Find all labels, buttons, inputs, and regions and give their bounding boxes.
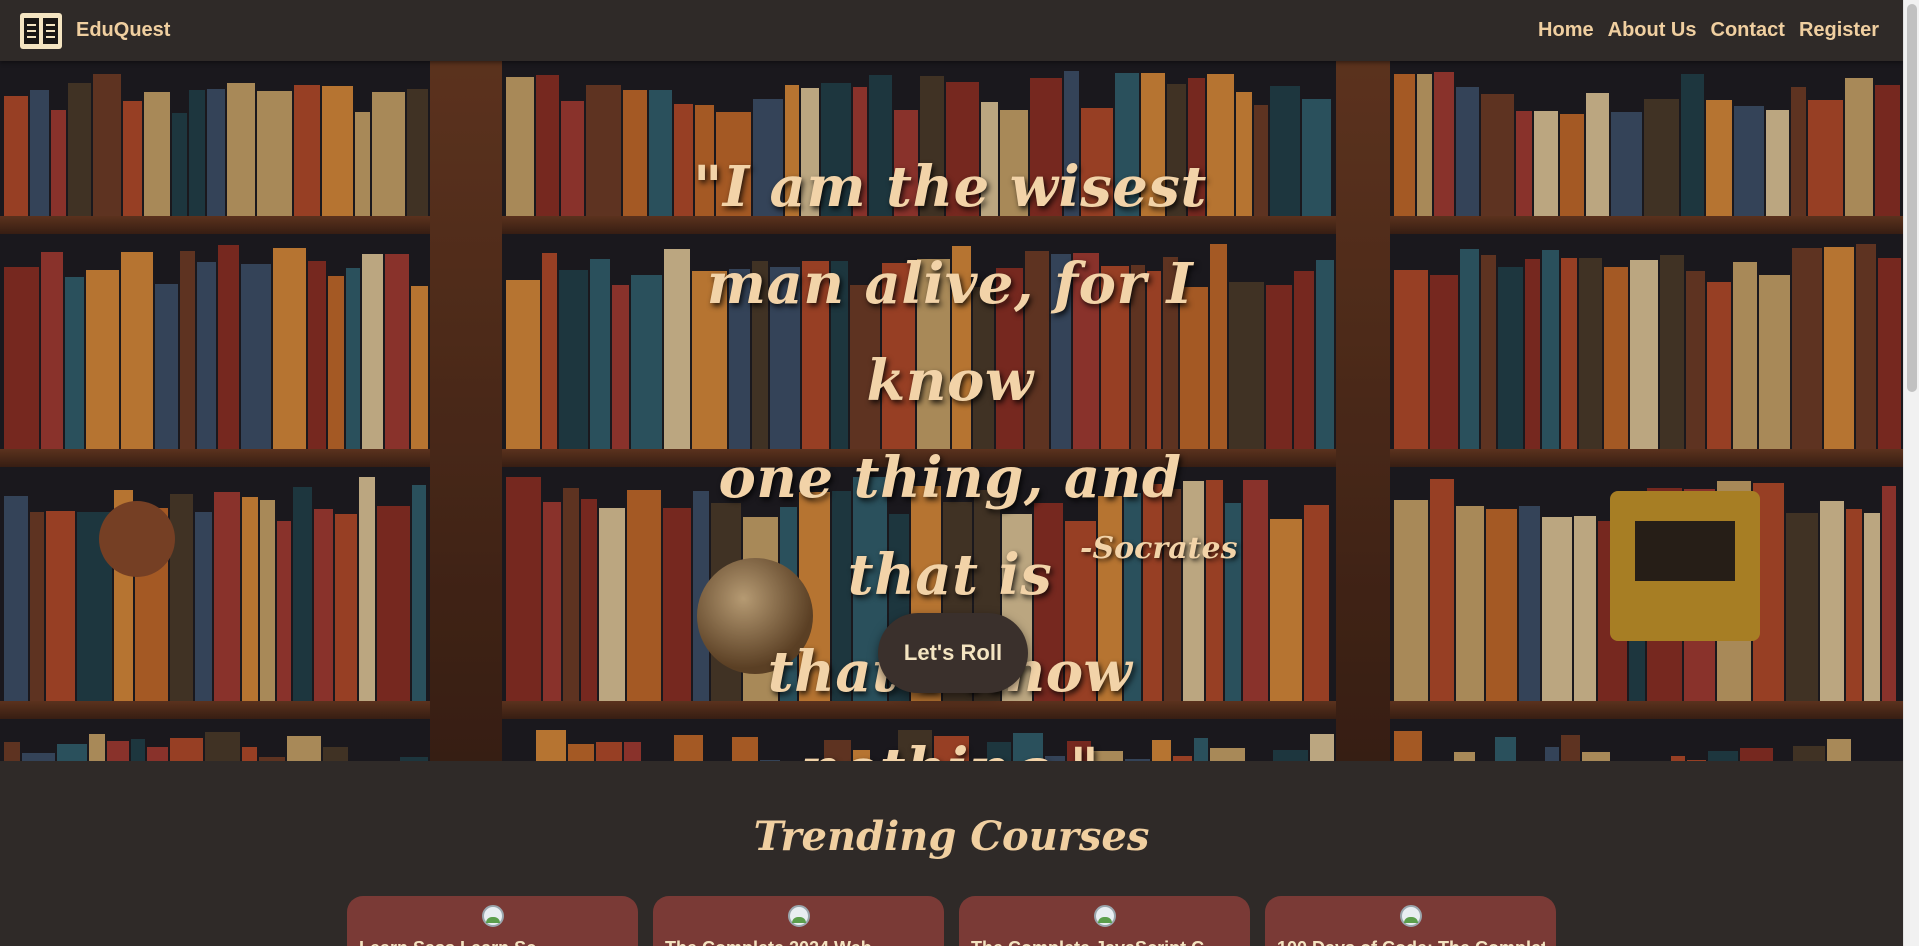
navbar: EduQuest Home About Us Contact Register <box>0 0 1903 61</box>
brand[interactable]: EduQuest <box>20 12 170 49</box>
broken-image-icon <box>1400 905 1422 927</box>
course-title: Learn Sass Learn Sc... <box>359 938 627 946</box>
course-title: 100 Days of Code: The Complet... <box>1277 938 1545 946</box>
broken-image-icon <box>788 905 810 927</box>
brand-name[interactable]: EduQuest <box>76 19 170 42</box>
course-card[interactable]: 100 Days of Code: The Complet... <box>1265 896 1556 946</box>
nav-register[interactable]: Register <box>1799 19 1879 42</box>
quote-author: -Socrates <box>1080 531 1238 566</box>
scrollbar-thumb[interactable] <box>1907 4 1917 392</box>
course-title: The Complete JavaScript C... <box>971 938 1239 946</box>
section-title: Trending Courses <box>753 813 1150 860</box>
nav-contact[interactable]: Contact <box>1711 19 1785 42</box>
lets-roll-button[interactable]: Let's Roll <box>878 613 1028 693</box>
trending-courses-section: Trending Courses Learn Sass Learn Sc... … <box>0 761 1903 946</box>
open-book-icon <box>20 12 62 49</box>
nav-home[interactable]: Home <box>1538 19 1594 42</box>
hero-section: "I am the wisest man alive, for I know o… <box>0 61 1903 761</box>
course-card[interactable]: Learn Sass Learn Sc... <box>347 896 638 946</box>
quote-line: one thing, and that is <box>718 445 1182 608</box>
quote-line: "I am the wisest <box>693 154 1207 220</box>
broken-image-icon <box>482 905 504 927</box>
course-card[interactable]: The Complete 2024 Web ... <box>653 896 944 946</box>
nav-about-us[interactable]: About Us <box>1608 19 1697 42</box>
nav-links: Home About Us Contact Register <box>1538 19 1879 42</box>
quote-line: man alive, for I know <box>706 251 1194 414</box>
broken-image-icon <box>1094 905 1116 927</box>
course-title: The Complete 2024 Web ... <box>665 938 933 946</box>
course-card[interactable]: The Complete JavaScript C... <box>959 896 1250 946</box>
page-scrollbar[interactable] <box>1903 0 1919 946</box>
